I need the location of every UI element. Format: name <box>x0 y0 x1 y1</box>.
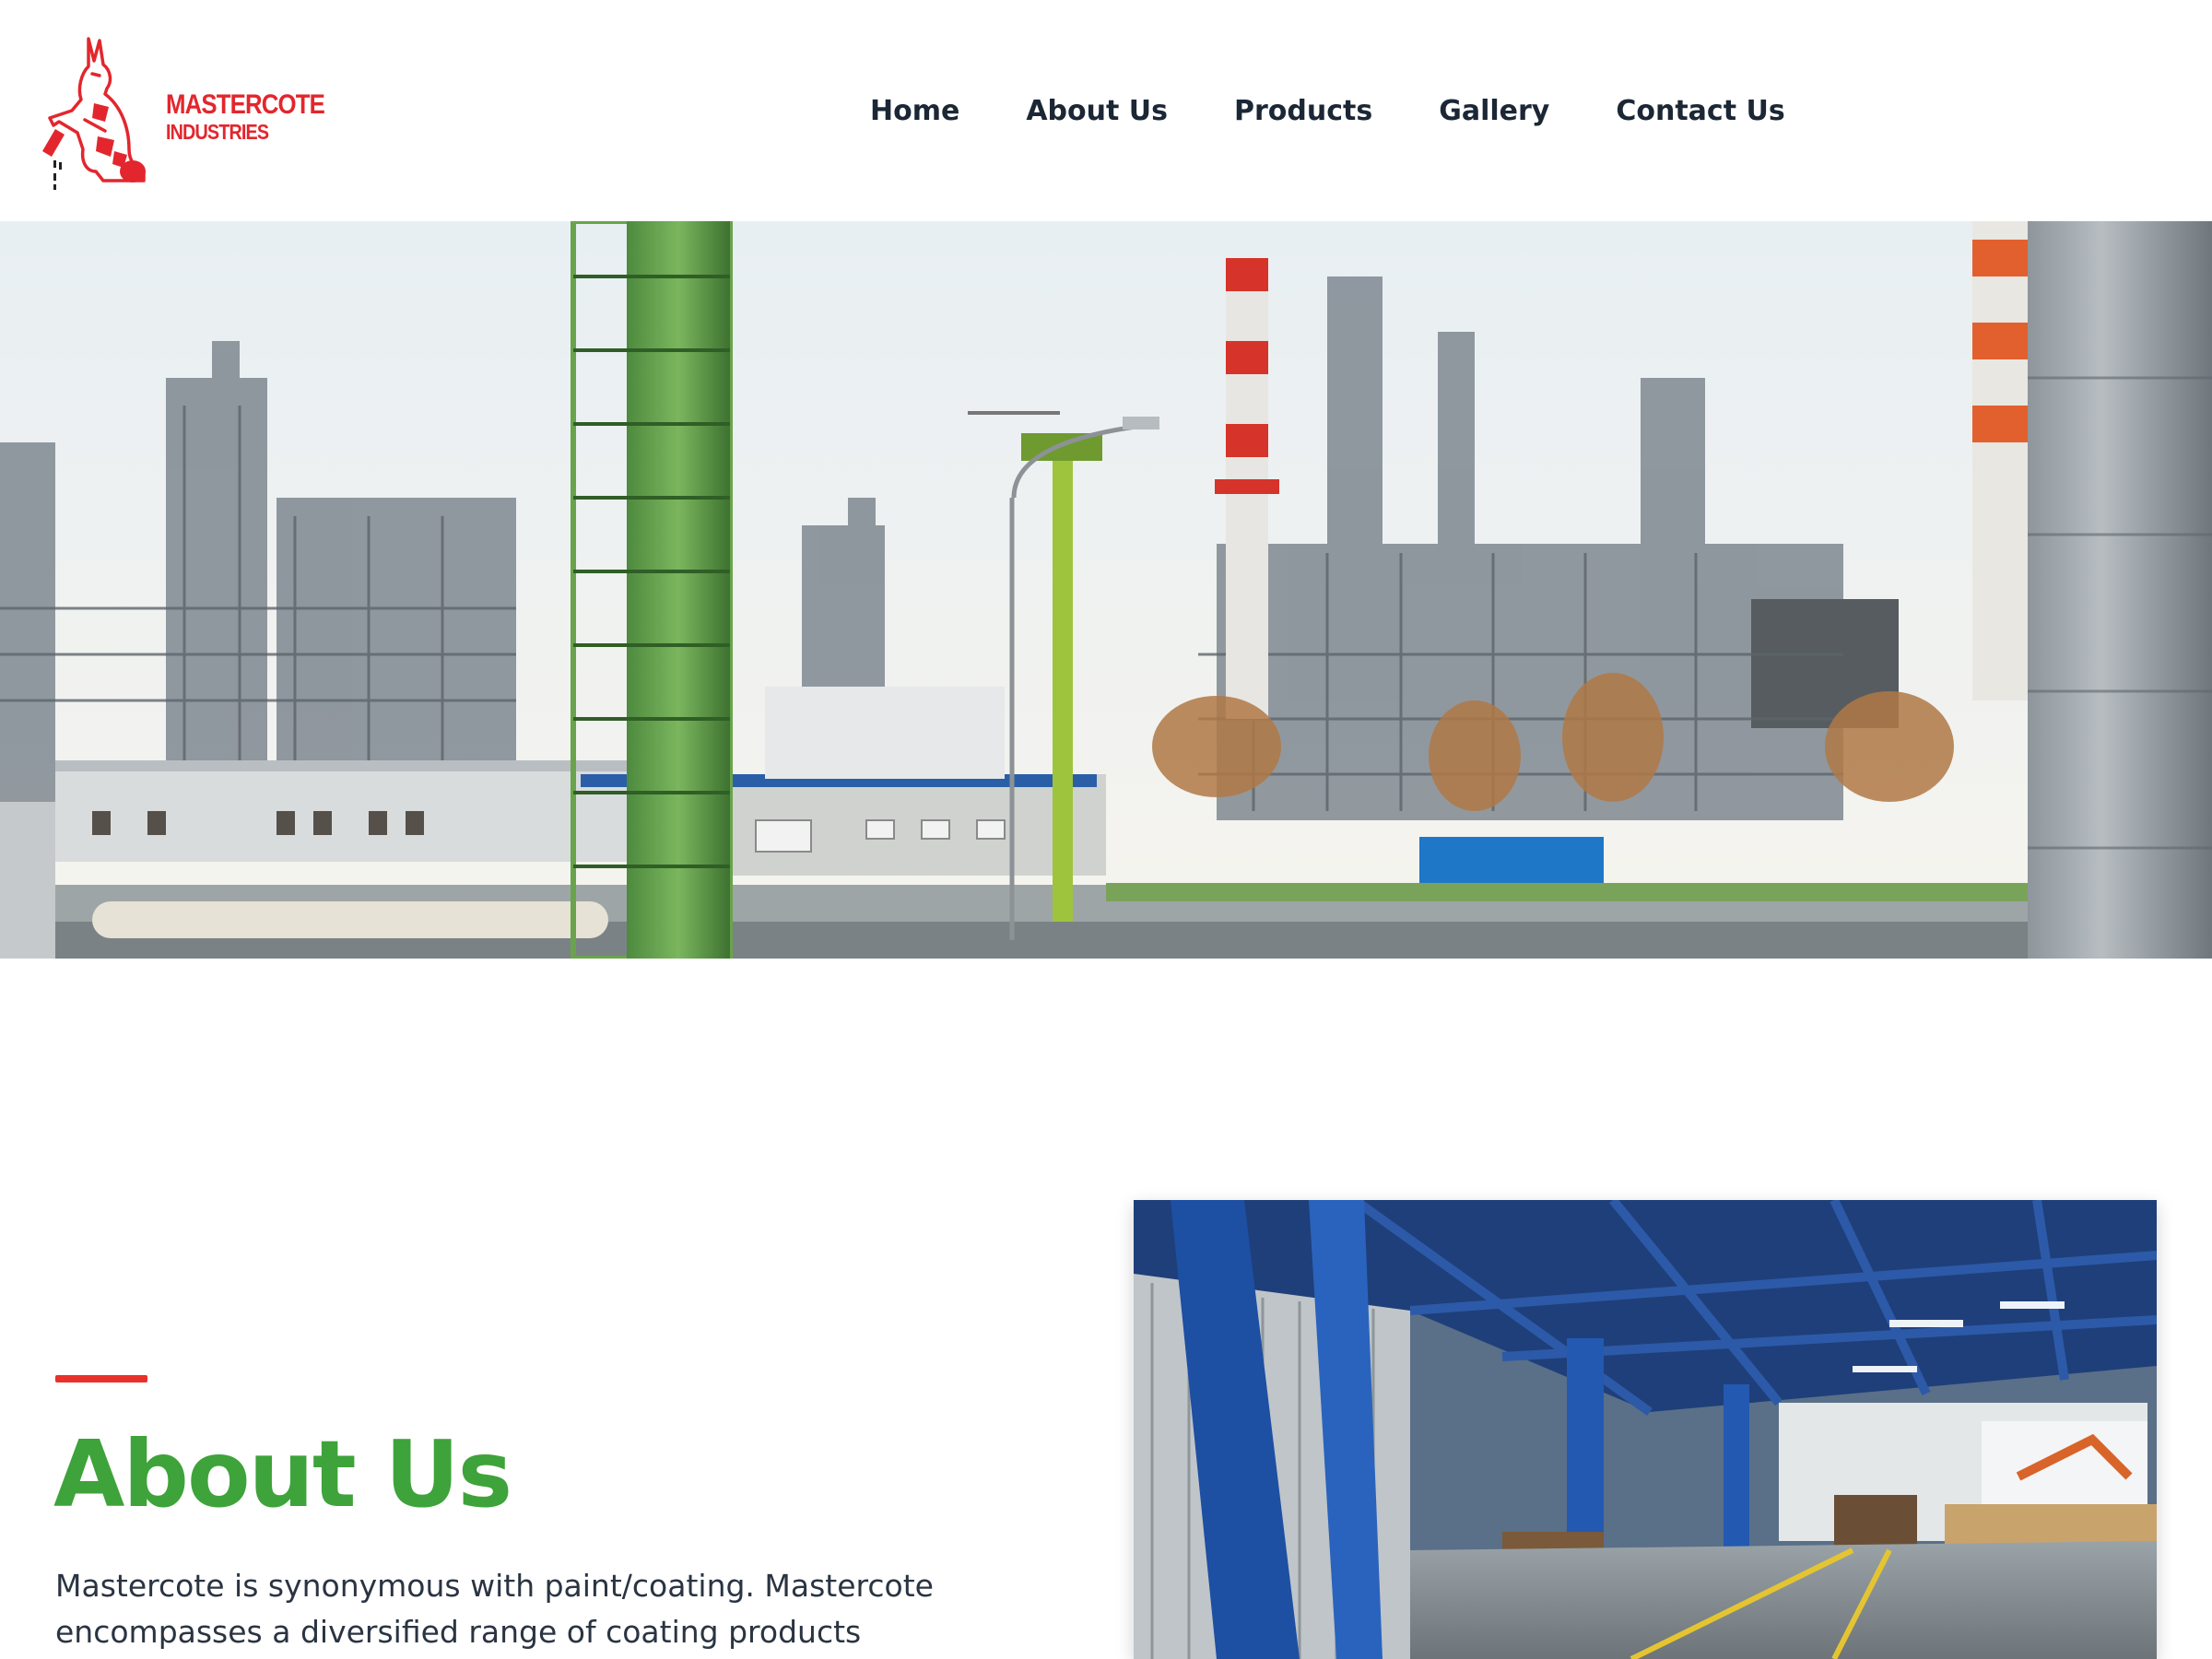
brand-name: MASTERCOTE <box>166 89 325 120</box>
main-nav: Home About Us Products Gallery Contact U… <box>870 88 1785 133</box>
nav-item-home[interactable]: Home <box>870 95 959 127</box>
factory-interior-photo <box>1134 1200 2157 1659</box>
nav-item-about-us[interactable]: About Us <box>1026 95 1168 127</box>
site-header: MASTERCOTE INDUSTRIES Home About Us Prod… <box>0 0 2212 221</box>
section-accent-bar <box>55 1375 147 1382</box>
factory-interior-image <box>1134 1200 2157 1659</box>
about-description: Mastercote is synonymous with paint/coat… <box>55 1568 934 1650</box>
brand-subtitle: INDUSTRIES <box>166 120 269 144</box>
nav-item-gallery[interactable]: Gallery <box>1439 95 1549 127</box>
kangaroo-logo-icon <box>42 37 146 190</box>
refinery-photo <box>0 221 2212 959</box>
nav-item-products[interactable]: Products <box>1234 95 1372 127</box>
hero-banner <box>0 221 2212 959</box>
brand-logo[interactable]: MASTERCOTE INDUSTRIES <box>41 33 335 190</box>
about-section: About Us Mastercote is synonymous with p… <box>0 959 2212 1659</box>
about-heading: About Us <box>53 1420 512 1528</box>
brand-wordmark: MASTERCOTE INDUSTRIES <box>166 89 350 145</box>
nav-item-contact-us[interactable]: Contact Us <box>1616 95 1784 127</box>
